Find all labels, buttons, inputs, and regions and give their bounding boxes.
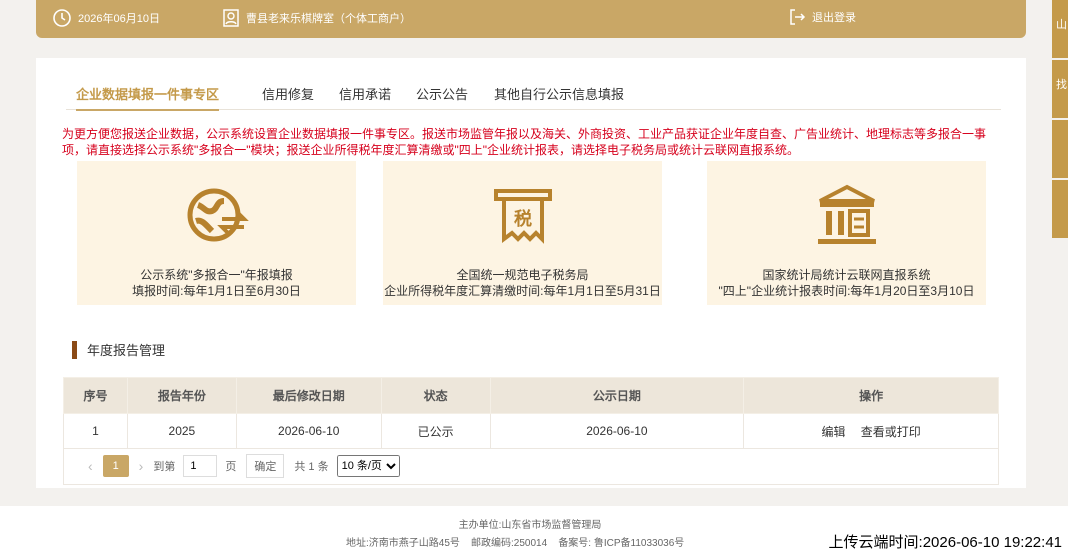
side-tab-2[interactable]: 找 bbox=[1052, 60, 1068, 118]
service-title: 全国统一规范电子税务局 bbox=[456, 268, 589, 282]
col-actions: 操作 bbox=[743, 377, 999, 414]
user-badge-icon bbox=[223, 9, 239, 27]
service-period: 企业所得税年度汇算清缴时间:每年1月1日至5月31日 bbox=[384, 284, 661, 298]
cell-index: 1 bbox=[63, 413, 128, 449]
svg-text:税: 税 bbox=[514, 208, 532, 230]
tab-credit-repair[interactable]: 信用修复 bbox=[262, 84, 314, 103]
clock-icon bbox=[53, 9, 71, 27]
footer-address: 地址:济南市燕子山路45号 bbox=[346, 538, 460, 549]
footer-postcode: 邮政编码:250014 bbox=[471, 538, 548, 549]
col-modified: 最后修改日期 bbox=[235, 377, 382, 414]
col-year: 报告年份 bbox=[126, 377, 237, 414]
pagination: ‹ 1 › 到第 页 确定 共 1 条 10 条/页 bbox=[63, 448, 999, 485]
table-row: 1 2025 2026-06-10 已公示 2026-06-10 编辑 查看或打… bbox=[63, 413, 999, 449]
footer: 主办单位:山东省市场监督管理局 地址:济南市燕子山路45号 邮政编码:25001… bbox=[0, 506, 1068, 553]
tab-other-publicity[interactable]: 其他自行公示信息填报 bbox=[494, 84, 624, 103]
service-period: 填报时间:每年1月1日至6月30日 bbox=[132, 284, 301, 298]
tab-data-filing[interactable]: 企业数据填报一件事专区 bbox=[76, 84, 220, 111]
total-count: 共 1 条 bbox=[294, 461, 329, 473]
prev-page-icon[interactable]: ‹ bbox=[88, 458, 93, 474]
col-index: 序号 bbox=[63, 377, 128, 414]
side-tab-1[interactable]: 山 bbox=[1052, 0, 1068, 58]
page-size-select[interactable]: 10 条/页 bbox=[336, 455, 400, 477]
page-label: 页 bbox=[225, 461, 237, 473]
service-card-statistics[interactable]: 国家统计局统计云联网直报系统 "四上"企业统计报表时间:每年1月20日至3月10… bbox=[707, 161, 986, 305]
cell-published: 2026-06-10 bbox=[489, 413, 745, 449]
globe-exchange-icon bbox=[77, 183, 356, 249]
col-status: 状态 bbox=[380, 377, 491, 414]
cell-actions: 编辑 查看或打印 bbox=[743, 413, 999, 449]
service-card-tax-bureau[interactable]: 税 全国统一规范电子税务局 企业所得税年度汇算清缴时间:每年1月1日至5月31日 bbox=[383, 161, 662, 305]
side-tab-4[interactable] bbox=[1052, 180, 1068, 238]
logout-button[interactable]: 退出登录 bbox=[788, 8, 856, 26]
tab-announcements[interactable]: 公示公告 bbox=[416, 84, 468, 103]
service-title: 国家统计局统计云联网直报系统 bbox=[762, 268, 931, 282]
goto-page-input[interactable] bbox=[183, 455, 218, 477]
col-published: 公示日期 bbox=[489, 377, 745, 414]
cell-year: 2025 bbox=[126, 413, 237, 449]
government-building-icon bbox=[707, 183, 986, 249]
footer-host: 主办单位:山东省市场监督管理局 bbox=[458, 520, 602, 531]
logout-label: 退出登录 bbox=[812, 12, 856, 24]
upload-time: 上传云端时间:2026-06-10 19:22:41 bbox=[828, 534, 1062, 551]
notice-text: 为更方便您报送企业数据，公示系统设置企业数据填报一件事专区。报送市场监管年报以及… bbox=[62, 127, 987, 157]
main-card: 企业数据填报一件事专区 信用修复 信用承诺 公示公告 其他自行公示信息填报 为更… bbox=[36, 58, 1026, 488]
annual-report-table: 序号 报告年份 最后修改日期 状态 公示日期 操作 1 2025 2026-06… bbox=[63, 377, 999, 449]
service-title: 公示系统"多报合一"年报填报 bbox=[140, 268, 293, 282]
current-page[interactable]: 1 bbox=[102, 455, 129, 477]
edit-link[interactable]: 编辑 bbox=[821, 425, 845, 439]
date-display: 2026年06月10日 bbox=[52, 8, 160, 28]
side-tabs: 山 找 bbox=[1052, 0, 1068, 240]
side-tab-3[interactable] bbox=[1052, 120, 1068, 178]
logout-icon bbox=[790, 9, 806, 25]
top-bar: 2026年06月10日 曹县老来乐棋牌室（个体工商户） 退出登录 bbox=[36, 0, 1026, 38]
footer-icp[interactable]: 备案号: 鲁ICP备11033036号 bbox=[558, 538, 684, 549]
next-page-icon[interactable]: › bbox=[139, 458, 144, 474]
tax-ticket-icon: 税 bbox=[383, 183, 662, 249]
goto-label: 到第 bbox=[153, 461, 176, 473]
view-print-link[interactable]: 查看或打印 bbox=[861, 425, 921, 439]
service-period: "四上"企业统计报表时间:每年1月20日至3月10日 bbox=[718, 284, 975, 298]
cell-modified: 2026-06-10 bbox=[235, 413, 382, 449]
tab-bar: 企业数据填报一件事专区 信用修复 信用承诺 公示公告 其他自行公示信息填报 bbox=[66, 80, 1001, 111]
section-title: 年度报告管理 bbox=[87, 343, 166, 358]
current-date: 2026年06月10日 bbox=[78, 13, 160, 25]
cell-status: 已公示 bbox=[380, 413, 491, 449]
company-display: 曹县老来乐棋牌室（个体工商户） bbox=[222, 8, 411, 28]
footer-info: 地址:济南市燕子山路45号 邮政编码:250014 备案号: 鲁ICP备1103… bbox=[346, 534, 684, 549]
company-name: 曹县老来乐棋牌室（个体工商户） bbox=[246, 13, 411, 25]
section-marker bbox=[72, 340, 77, 359]
service-card-annual-report[interactable]: 公示系统"多报合一"年报填报 填报时间:每年1月1日至6月30日 bbox=[77, 161, 356, 305]
table-header-row: 序号 报告年份 最后修改日期 状态 公示日期 操作 bbox=[63, 377, 999, 414]
tab-credit-promise[interactable]: 信用承诺 bbox=[339, 84, 391, 103]
section-annual-report: 年度报告管理 bbox=[72, 340, 165, 359]
confirm-button[interactable]: 确定 bbox=[246, 454, 285, 478]
